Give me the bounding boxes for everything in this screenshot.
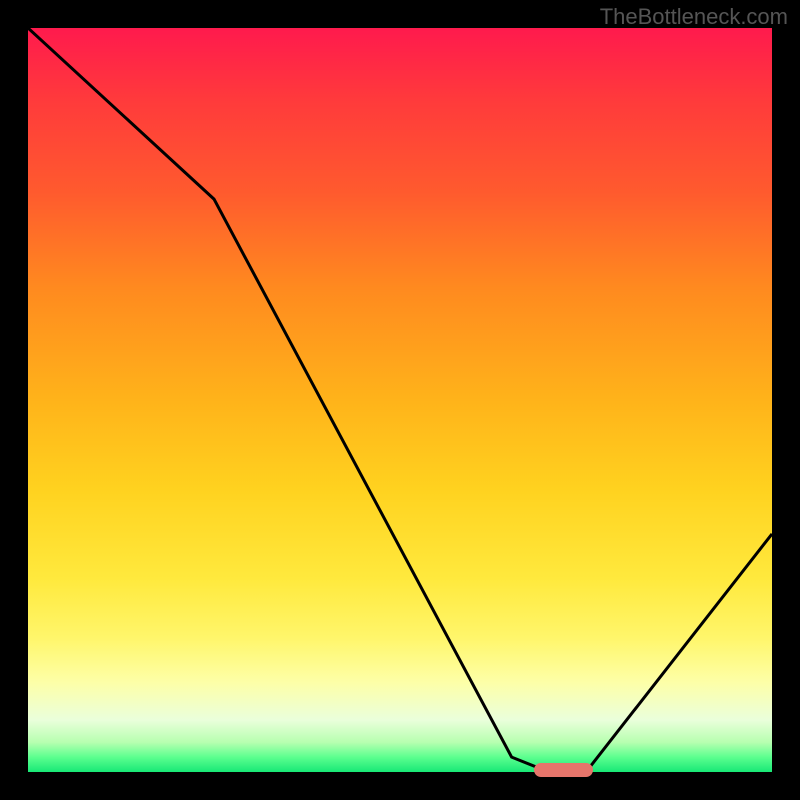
watermark-text: TheBottleneck.com [600,4,788,30]
chart-plot-area [28,28,772,772]
chart-marker [534,763,594,777]
chart-line [28,28,772,772]
